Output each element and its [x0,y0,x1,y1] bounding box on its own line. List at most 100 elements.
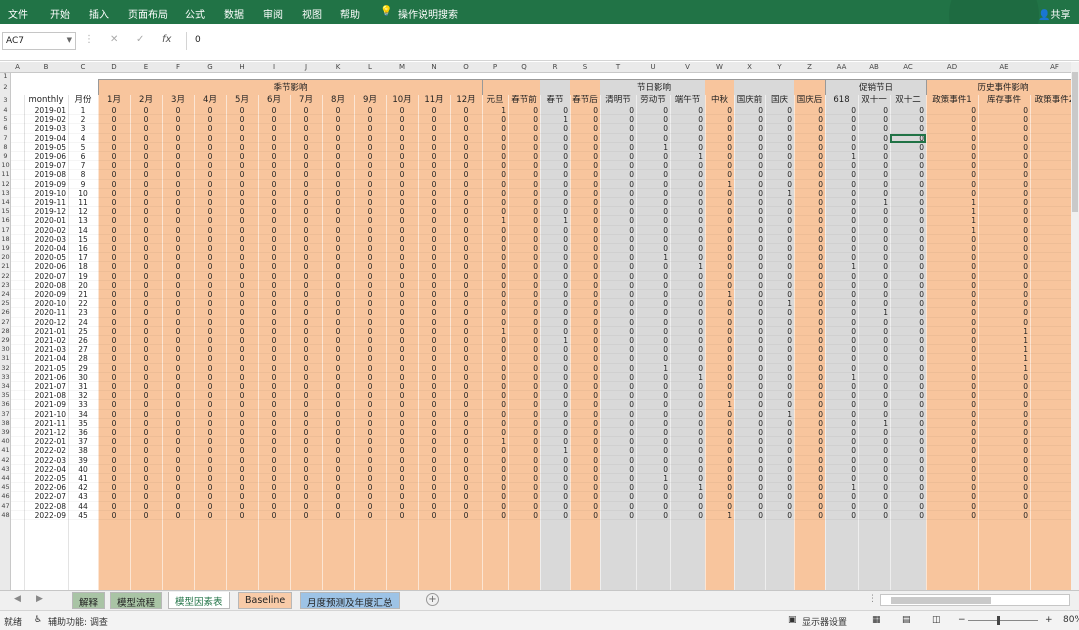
cell-season[interactable]: 0 [226,124,258,133]
cell-holiday[interactable]: 0 [734,152,765,161]
cell-holiday[interactable]: 0 [670,207,705,216]
cell-season[interactable]: 0 [322,272,354,281]
cell-holiday[interactable]: 0 [570,244,600,253]
cell-holiday[interactable]: 0 [765,216,794,225]
cell-date[interactable]: 2021-08 [24,391,68,400]
cell-holiday[interactable]: 0 [508,216,540,225]
cell-season[interactable]: 0 [322,474,354,483]
cell-holiday[interactable]: 0 [540,253,570,262]
cell-month-no[interactable]: 27 [68,345,98,354]
cell-event[interactable]: 0 [978,502,1030,511]
cell-season[interactable]: 0 [450,226,482,235]
cell-season[interactable]: 0 [226,272,258,281]
cell-season[interactable]: 0 [450,364,482,373]
cell-event[interactable]: 0 [926,299,978,308]
cell-promo[interactable]: 0 [890,410,926,419]
column-header-k[interactable]: K [322,62,354,73]
cell-season[interactable]: 0 [354,124,386,133]
cell-season[interactable]: 0 [258,244,290,253]
cell-holiday[interactable]: 0 [734,134,765,143]
cell-season[interactable]: 0 [258,410,290,419]
cell-holiday[interactable]: 0 [540,207,570,216]
cell-holiday[interactable]: 0 [540,281,570,290]
cell-season[interactable]: 0 [130,180,162,189]
cell-holiday[interactable]: 0 [540,502,570,511]
cell-season[interactable]: 0 [418,492,450,501]
cell-holiday[interactable]: 0 [508,143,540,152]
cell-season[interactable]: 0 [98,189,130,198]
cell-season[interactable]: 0 [322,382,354,391]
cell-holiday[interactable]: 0 [734,318,765,327]
cell-promo[interactable]: 0 [858,281,890,290]
cell-holiday[interactable]: 0 [482,290,508,299]
tab-review[interactable]: 审阅 [263,6,283,21]
cell-season[interactable]: 0 [258,189,290,198]
cell-promo[interactable]: 0 [858,170,890,179]
row-header[interactable]: 10 [0,161,11,170]
cell-month-no[interactable]: 37 [68,437,98,446]
cell-date[interactable]: 2022-01 [24,437,68,446]
cell-season[interactable]: 0 [418,143,450,152]
cell-season[interactable]: 0 [354,253,386,262]
cell-season[interactable]: 0 [130,299,162,308]
cell-date[interactable]: 2021-09 [24,400,68,409]
cell-promo[interactable]: 0 [858,262,890,271]
cell-holiday[interactable]: 0 [508,308,540,317]
cell-promo[interactable]: 0 [825,115,858,124]
cell-holiday[interactable]: 0 [482,391,508,400]
cell-holiday[interactable]: 0 [570,511,600,520]
cell-holiday[interactable]: 0 [540,492,570,501]
cell-holiday[interactable]: 0 [570,354,600,363]
cell-season[interactable]: 0 [226,216,258,225]
cell-holiday[interactable]: 0 [540,382,570,391]
sheet-tab[interactable]: 模型因素表 [168,592,230,609]
cell-holiday[interactable]: 0 [600,152,636,161]
cell-holiday[interactable]: 0 [794,336,825,345]
cell-season[interactable]: 0 [450,244,482,253]
cell-holiday[interactable]: 0 [734,226,765,235]
cell-season[interactable]: 0 [258,382,290,391]
cell-holiday[interactable]: 0 [670,216,705,225]
cell-date[interactable]: 2021-10 [24,410,68,419]
cell-season[interactable]: 0 [386,143,418,152]
cell-season[interactable]: 0 [354,272,386,281]
cell-season[interactable]: 0 [98,253,130,262]
cell-holiday[interactable]: 0 [670,446,705,455]
cell-season[interactable]: 0 [418,216,450,225]
cell-holiday[interactable]: 0 [636,290,670,299]
cell-event[interactable]: 0 [926,124,978,133]
cell-holiday[interactable]: 0 [570,216,600,225]
cell-event[interactable]: 0 [978,134,1030,143]
cell-season[interactable]: 0 [258,391,290,400]
cell-month-no[interactable]: 30 [68,373,98,382]
cell-holiday[interactable]: 0 [600,189,636,198]
cell-season[interactable]: 0 [418,161,450,170]
cell-season[interactable]: 0 [322,502,354,511]
cell-season[interactable]: 0 [386,428,418,437]
cell-event[interactable]: 1 [926,207,978,216]
cell-season[interactable]: 0 [98,492,130,501]
name-box[interactable]: AC7 ▼ [2,32,76,50]
cell-month-no[interactable]: 26 [68,336,98,345]
cell-season[interactable]: 0 [386,308,418,317]
cell-holiday[interactable]: 0 [482,253,508,262]
cell-holiday[interactable]: 0 [670,143,705,152]
cell-holiday[interactable]: 0 [600,474,636,483]
cell-season[interactable]: 0 [386,318,418,327]
cell-event[interactable]: 0 [978,189,1030,198]
cell-month-no[interactable]: 29 [68,364,98,373]
cell-season[interactable]: 0 [130,327,162,336]
cell-season[interactable]: 0 [322,290,354,299]
cell-date[interactable]: 2019-10 [24,189,68,198]
cell-holiday[interactable]: 0 [636,318,670,327]
cell-holiday[interactable]: 0 [794,511,825,520]
cell-promo[interactable]: 0 [825,235,858,244]
cell-promo[interactable]: 0 [858,327,890,336]
cell-season[interactable]: 0 [258,428,290,437]
cell-date[interactable]: 2021-03 [24,345,68,354]
cell-holiday[interactable]: 0 [508,354,540,363]
cell-season[interactable]: 0 [130,198,162,207]
cell-month-no[interactable]: 23 [68,308,98,317]
cell-holiday[interactable]: 0 [570,180,600,189]
cell-season[interactable]: 0 [290,483,322,492]
